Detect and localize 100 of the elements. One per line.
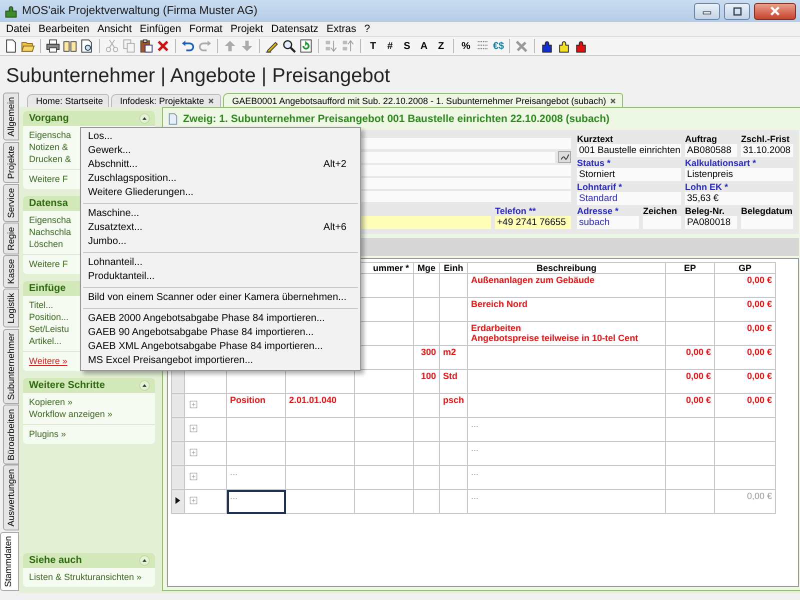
menu-item[interactable]: Maschine... xyxy=(81,207,360,221)
side-tab[interactable]: Kasse xyxy=(3,255,19,288)
table-cell: 0,00 € xyxy=(746,491,772,501)
shortcut-text: Alt+6 xyxy=(323,221,346,235)
field-label: Lohntarif * xyxy=(577,182,623,192)
table-cell: ... xyxy=(230,491,238,501)
menu-item[interactable]: GAEB 90 Angebotsabgabe Phase 84 importieren... xyxy=(81,326,360,340)
table-cell: 0,00 € xyxy=(746,275,772,285)
side-tab[interactable]: Büroarbeiten xyxy=(3,404,19,464)
input-field[interactable]: 35,63 € xyxy=(685,192,793,205)
table-cell: ... xyxy=(471,467,479,477)
sidebar-link[interactable]: Listen & Strukturansichten » xyxy=(29,572,149,583)
section-title: Einfüge xyxy=(29,283,66,294)
menu-item[interactable]: Gewerk... xyxy=(81,144,360,158)
field-label: Belegdatum xyxy=(741,206,793,216)
table-cell: 0,00 € xyxy=(746,299,772,309)
menu-item[interactable]: Bild von einem Scanner oder einer Kamera übernehmen... xyxy=(81,291,360,305)
menu-item[interactable]: ? xyxy=(364,23,370,35)
sidebar-link[interactable]: Plugins » xyxy=(29,429,149,440)
side-tab[interactable]: Regie xyxy=(3,222,19,254)
table-cell: 0,00 € xyxy=(746,347,772,357)
table-cell: Position xyxy=(230,395,266,405)
table-cell: 100 xyxy=(420,371,436,381)
menu-item[interactable]: Weitere Gliederungen... xyxy=(81,186,360,200)
percent-button[interactable]: % xyxy=(459,40,473,52)
table-cell: Bereich Nord xyxy=(471,299,528,309)
currency-button[interactable]: €$ xyxy=(493,40,504,52)
input-field[interactable]: +49 2741 76655 xyxy=(495,216,571,229)
menu-item[interactable]: GAEB 2000 Angebotsabgabe Phase 84 importieren... xyxy=(81,312,360,326)
menu-item[interactable]: Jumbo... xyxy=(81,235,360,249)
input-field[interactable]: AB080588 xyxy=(685,144,737,157)
input-field[interactable]: 31.10.2008 xyxy=(741,144,793,157)
page-title: Subunternehmer | Angebote | Preisangebot xyxy=(5,64,391,89)
field-label: Zschl.-Frist xyxy=(741,134,791,144)
menu-item[interactable]: Abschnitt... Alt+2 xyxy=(81,158,360,172)
field-label: Status * xyxy=(577,158,612,168)
menu-item[interactable]: MS Excel Preisangebot importieren... xyxy=(81,354,360,368)
table-cell: m2 xyxy=(443,347,456,357)
field-label: Lohn EK * xyxy=(685,182,729,192)
window-title: MOS'aik Projektverwaltung (Firma Muster AG) xyxy=(22,5,258,17)
menu-item[interactable]: Bearbeiten xyxy=(38,23,90,35)
menu-item[interactable]: Los... xyxy=(81,130,360,144)
table-cell: 0,00 € xyxy=(686,371,712,381)
format-button[interactable]: # xyxy=(383,40,397,52)
table-cell: 0,00 € xyxy=(746,395,772,405)
menu-item[interactable]: Lohnanteil... xyxy=(81,256,360,270)
input-field[interactable]: Standard xyxy=(577,192,681,205)
section-title: Weitere Schritte xyxy=(29,380,105,391)
table-cell: Außenanlagen zum Gebäude xyxy=(471,275,595,285)
field-label: Kalkulationsart * xyxy=(685,158,758,168)
side-tab[interactable]: Allgemein xyxy=(3,93,19,141)
side-tab[interactable]: Projekte xyxy=(3,142,19,183)
input-field[interactable]: Storniert xyxy=(577,168,681,181)
table-cell: Erdarbeiten Angebotspreise teilweise in 10-tel Cent xyxy=(471,323,638,343)
table-cell: ... xyxy=(471,419,479,429)
column-header[interactable]: GP xyxy=(738,264,752,272)
side-tab[interactable]: Auswertungen xyxy=(3,465,19,531)
section-title: Datensa xyxy=(29,198,68,209)
table-cell: 300 xyxy=(420,347,436,357)
table-cell: Std xyxy=(443,371,458,381)
field-label: Adresse * xyxy=(577,206,620,216)
menu-item[interactable]: Zuschlagsposition... xyxy=(81,172,360,186)
input-field[interactable]: 001 Baustelle einrichten xyxy=(577,144,681,157)
sidebar-link[interactable]: Workflow anzeigen » xyxy=(29,409,149,420)
document-tab[interactable]: Home: Startseite xyxy=(27,94,110,107)
document-tab[interactable]: GAEB0001 Angebotsaufford mit Sub. 22.10.2008 - 1. Subunternehmer Preisangebot (subach) xyxy=(223,93,624,107)
field-label: Zeichen xyxy=(643,206,678,216)
side-tab[interactable]: Service xyxy=(3,184,19,222)
menu-item[interactable]: Zusatztext... Alt+6 xyxy=(81,221,360,235)
menu-item[interactable]: Einfügen xyxy=(140,23,182,35)
menu-item[interactable]: Extras xyxy=(326,23,356,35)
side-tab[interactable]: Stammdaten xyxy=(0,532,19,591)
sidebar-link[interactable]: Kopieren » xyxy=(29,397,149,408)
menu-item[interactable]: Projekt xyxy=(230,23,264,35)
input-field[interactable]: Listenpreis xyxy=(685,168,793,181)
format-button[interactable]: Z xyxy=(434,40,448,52)
table-cell: 0,00 € xyxy=(746,371,772,381)
table-cell: ... xyxy=(471,443,479,453)
table-cell: 0,00 € xyxy=(746,323,772,333)
menu-item[interactable]: Ansicht xyxy=(97,23,132,35)
input-field[interactable]: PA080018 xyxy=(685,216,737,229)
document-title: Zweig: 1. Subunternehmer Preisangebot 001 Baustelle einrichten 22.10.2008 (subach) xyxy=(183,113,610,125)
menu-item[interactable]: Produktanteil... xyxy=(81,270,360,284)
menu-item[interactable]: Datei xyxy=(6,23,31,35)
section-title: Siehe auch xyxy=(29,555,82,566)
document-tab[interactable]: Infodesk: Projektakte xyxy=(111,94,222,107)
menu-item[interactable]: Format xyxy=(189,23,222,35)
table-cell: ... xyxy=(471,491,479,501)
format-button[interactable]: A xyxy=(417,40,431,52)
section-title: Vorgang xyxy=(29,113,69,124)
side-tab[interactable]: Subunternehmer xyxy=(3,328,19,404)
shortcut-text: Alt+2 xyxy=(323,158,346,172)
side-tab[interactable]: Logistik xyxy=(3,289,19,328)
table-cell: 0,00 € xyxy=(686,395,712,405)
input-field[interactable]: subach xyxy=(577,216,639,229)
format-button[interactable]: T xyxy=(366,40,380,52)
menu-item[interactable]: Datensatz xyxy=(271,23,318,35)
menu-item[interactable]: GAEB XML Angebotsabgabe Phase 84 importieren... xyxy=(81,340,360,354)
field-label: Telefon ** xyxy=(495,206,537,216)
format-button[interactable]: S xyxy=(400,40,414,52)
